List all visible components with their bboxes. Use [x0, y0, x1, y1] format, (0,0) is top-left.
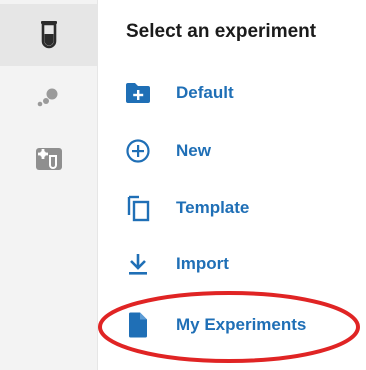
menu-item-label: Default — [176, 83, 234, 102]
circle-plus-icon — [118, 136, 158, 166]
menu-item-template[interactable]: Template — [118, 186, 348, 230]
document-icon — [118, 310, 158, 340]
menu-item-label: Import — [176, 254, 229, 273]
menu-item-default[interactable]: Default — [118, 71, 348, 115]
rail-item-molecules[interactable] — [0, 66, 97, 128]
rail-item-equipment[interactable] — [0, 128, 97, 190]
menu-item-my-experiments[interactable]: My Experiments — [118, 303, 348, 347]
rail-item-experiments[interactable] — [0, 4, 97, 66]
folder-plus-icon — [118, 78, 158, 108]
panel-title: Select an experiment — [126, 21, 317, 42]
menu-item-new[interactable]: New — [118, 129, 348, 173]
menu-item-import[interactable]: Import — [118, 242, 348, 286]
icon-rail — [0, 0, 98, 370]
menu-item-label: Template — [176, 198, 250, 217]
molecule-dots-icon — [36, 86, 62, 108]
lab-equipment-icon — [35, 147, 63, 171]
menu-item-label: New — [176, 141, 211, 160]
download-icon — [118, 249, 158, 279]
app-root: Select an experiment Default New Templat… — [0, 0, 366, 370]
test-tube-icon — [38, 20, 60, 50]
copy-icon — [118, 193, 158, 223]
menu-item-label: My Experiments — [176, 315, 307, 334]
